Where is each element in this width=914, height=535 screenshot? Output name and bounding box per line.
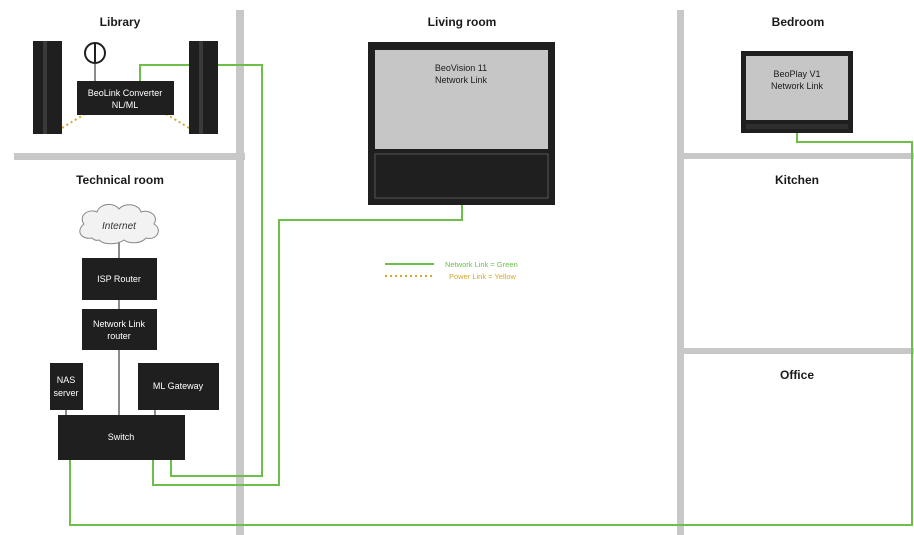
room-title-kitchen: Kitchen <box>775 173 819 187</box>
speaker-right <box>189 41 218 134</box>
beovision-label-line1: BeoVision 11 <box>435 63 487 73</box>
nas-server-box <box>50 363 83 410</box>
ml-gateway-label: ML Gateway <box>153 381 204 391</box>
beolink-converter: BeoLink Converter NL/ML <box>77 81 174 115</box>
nas-server-label-line1: NAS <box>57 375 76 385</box>
beoplay-tv: BeoPlay V1 Network Link <box>741 51 853 133</box>
internet-label: Internet <box>102 221 137 232</box>
power-links <box>61 113 190 129</box>
speaker-left-highlight <box>43 41 47 134</box>
isp-router: ISP Router <box>82 258 157 300</box>
network-link-router-label-line1: Network Link <box>93 319 146 329</box>
switch-label: Switch <box>108 432 135 442</box>
beovision-tv: BeoVision 11 Network Link <box>368 42 555 205</box>
speaker-left <box>33 41 62 134</box>
wall-bedroom-bottom <box>684 153 914 159</box>
room-title-office: Office <box>780 368 814 382</box>
wall-left-vertical <box>236 10 244 535</box>
wall-kitchen-bottom <box>684 348 914 354</box>
nas-server-label-line2: server <box>53 388 78 398</box>
speaker-right-highlight <box>199 41 203 134</box>
network-switch: Switch <box>58 415 185 460</box>
internet-cloud: Internet <box>79 204 159 245</box>
room-title-living-room: Living room <box>428 15 497 29</box>
network-link-router: Network Link router <box>82 309 157 350</box>
network-link-beovision-to-switch <box>152 205 463 486</box>
beoplay-label-line2: Network Link <box>771 81 824 91</box>
ml-gateway: ML Gateway <box>138 363 219 410</box>
beolink-converter-label-line2: NL/ML <box>112 100 139 110</box>
network-link-router-label-line2: router <box>107 331 131 341</box>
beoplay-label-line1: BeoPlay V1 <box>773 69 820 79</box>
power-link-right-speaker <box>165 113 190 129</box>
legend-network-label: Network Link = Green <box>445 260 518 269</box>
beovision-soundbar <box>374 153 549 199</box>
beolink-converter-label-line1: BeoLink Converter <box>88 88 163 98</box>
legend-power-label: Power Link = Yellow <box>449 272 517 281</box>
speaker-right-body <box>189 41 218 134</box>
beoplay-speaker-grille <box>746 124 848 129</box>
diagram-canvas: Library BeoLink Converter NL/ML Living r… <box>14 10 914 535</box>
room-title-library: Library <box>100 15 141 29</box>
beovision-label-line2: Network Link <box>435 75 488 85</box>
nas-server: NAS server <box>50 363 83 410</box>
wall-library-bottom <box>14 153 245 160</box>
legend: Network Link = Green Power Link = Yellow <box>385 260 518 281</box>
speaker-left-body <box>33 41 62 134</box>
room-title-technical-room: Technical room <box>76 173 164 187</box>
isp-router-label: ISP Router <box>97 274 141 284</box>
network-link-router-box <box>82 309 157 350</box>
ml-plug-icon <box>84 42 106 64</box>
home-network-diagram: Library BeoLink Converter NL/ML Living r… <box>0 0 914 535</box>
power-link-left-speaker <box>61 113 86 129</box>
wall-right-vertical <box>677 10 684 535</box>
room-title-bedroom: Bedroom <box>772 15 825 29</box>
